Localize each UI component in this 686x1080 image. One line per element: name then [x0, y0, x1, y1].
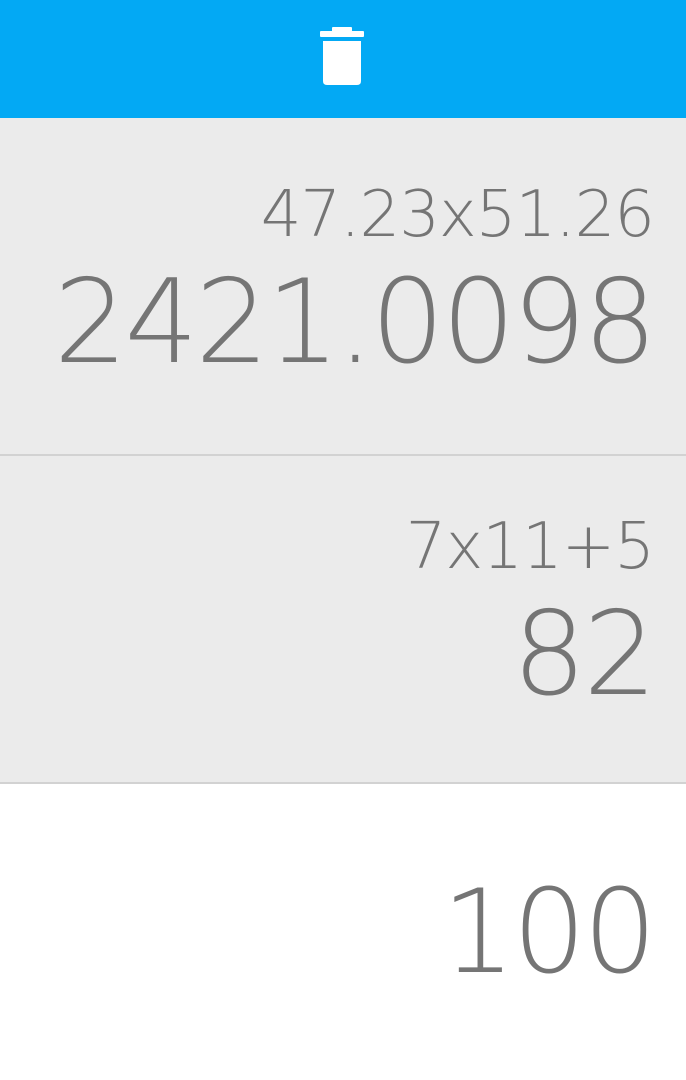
history-result: 2421.0098: [53, 255, 657, 390]
history-expression: 47.23x51.26: [260, 178, 655, 252]
current-display: 100: [0, 784, 686, 1080]
current-value[interactable]: 100: [442, 868, 657, 998]
history-item[interactable]: 47.23x51.26 2421.0098: [0, 118, 686, 456]
trash-icon: [318, 27, 366, 91]
history-expression: 7x11+5: [405, 510, 655, 584]
toolbar: [0, 0, 686, 118]
clear-history-button[interactable]: [306, 18, 378, 100]
history-item[interactable]: 7x11+5 82: [0, 456, 686, 784]
history-result: 82: [512, 587, 657, 722]
